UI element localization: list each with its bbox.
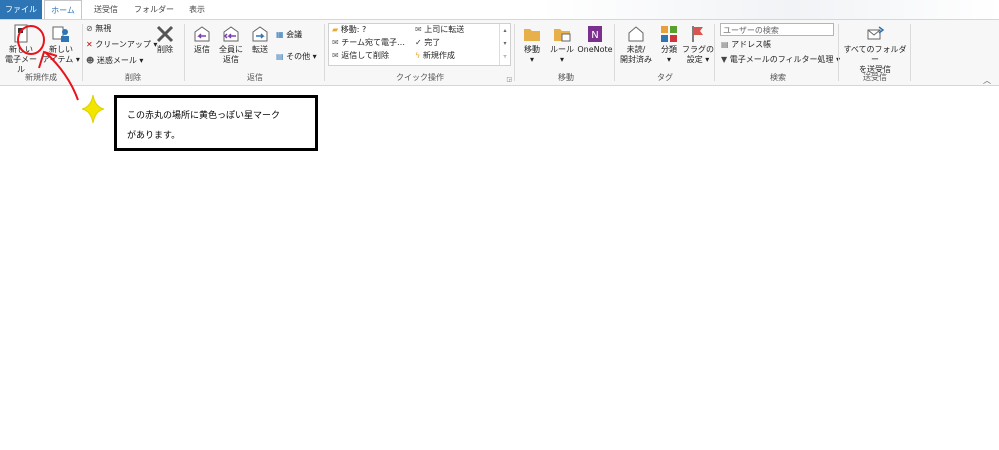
annotation-text-1: この赤丸の場所に黄色っぽい星マーク	[127, 111, 281, 121]
annotation-text-2: があります。	[127, 131, 181, 141]
red-circle-annotation	[17, 25, 45, 55]
annotation-note: この赤丸の場所に黄色っぽい星マーク があります。	[114, 95, 318, 151]
yellow-star-icon	[81, 94, 105, 124]
red-arrow-annotation	[44, 51, 79, 101]
